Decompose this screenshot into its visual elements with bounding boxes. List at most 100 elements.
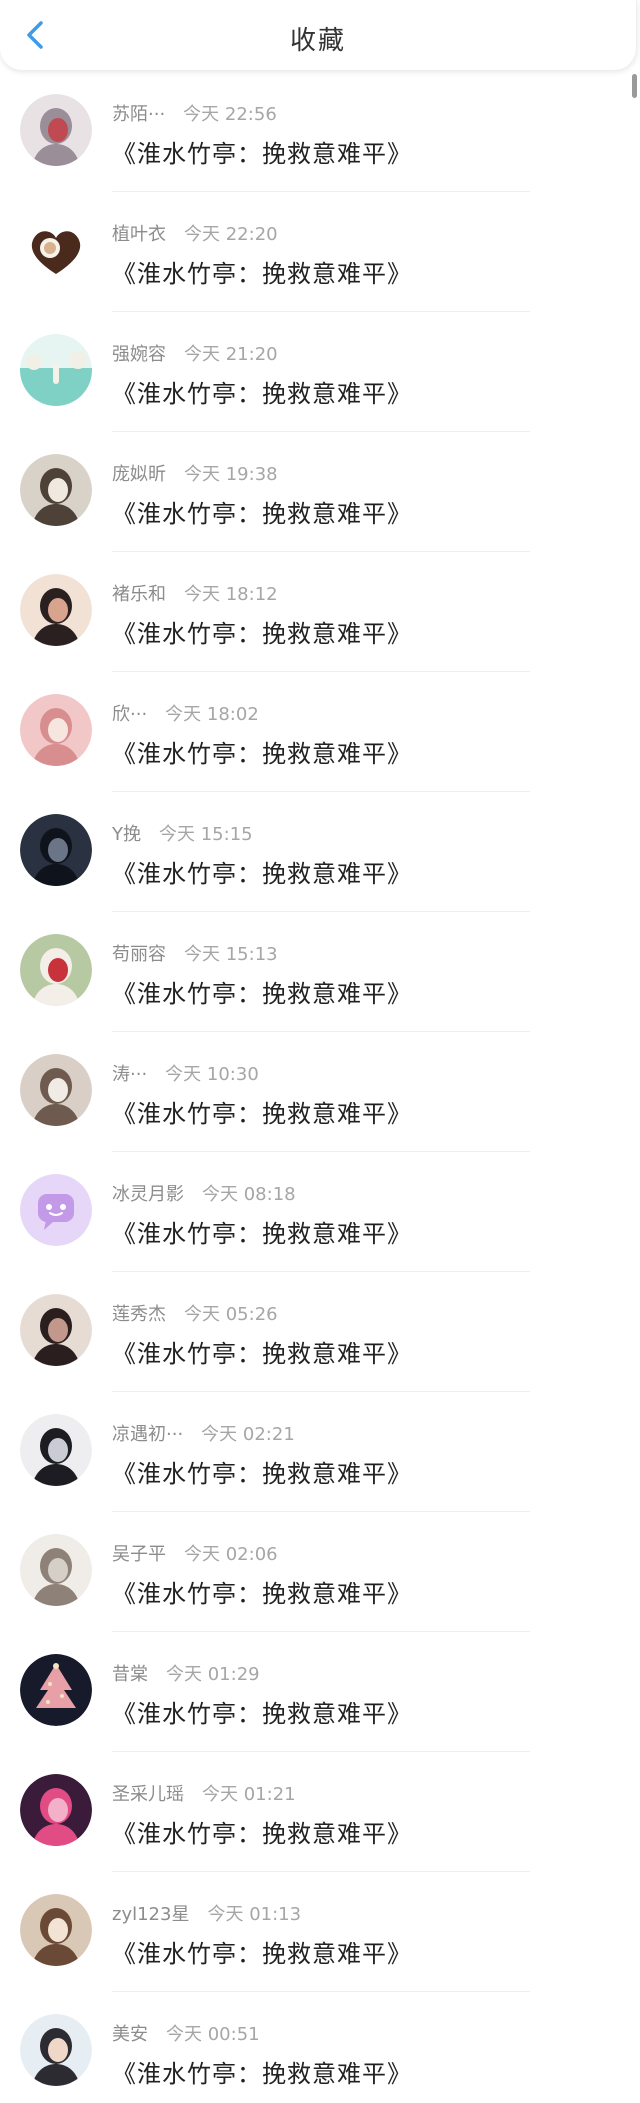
list-item[interactable]: 吴子平 今天 02:06 《淮水竹亭：挽救意难平》 — [0, 1530, 640, 1650]
timestamp: 今天 22:56 — [183, 104, 277, 125]
photo-avatar-image — [20, 934, 92, 1006]
list-item[interactable]: 欣··· 今天 18:02 《淮水竹亭：挽救意难平》 — [0, 690, 640, 810]
item-content[interactable]: 《淮水竹亭：挽救意难平》 — [112, 2054, 412, 2089]
avatar[interactable] — [20, 1894, 92, 1966]
timestamp: 今天 10:30 — [165, 1064, 259, 1085]
list-item[interactable]: 美安 今天 00:51 《淮水竹亭：挽救意难平》 — [0, 2010, 640, 2103]
list-item[interactable]: 圣采儿瑶 今天 01:21 《淮水竹亭：挽救意难平》 — [0, 1770, 640, 1890]
list-item[interactable]: 涛··· 今天 10:30 《淮水竹亭：挽救意难平》 — [0, 1050, 640, 1170]
item-content[interactable]: 《淮水竹亭：挽救意难平》 — [112, 134, 412, 169]
divider — [112, 191, 530, 192]
photo-avatar-image — [20, 814, 92, 886]
avatar[interactable] — [20, 574, 92, 646]
avatar[interactable] — [20, 814, 92, 886]
list-item[interactable]: 植叶衣 今天 22:20 《淮水竹亭：挽救意难平》 — [0, 210, 640, 330]
avatar[interactable] — [20, 1174, 92, 1246]
user-name[interactable]: 冰灵月影 — [112, 1184, 184, 1205]
avatar[interactable] — [20, 1294, 92, 1366]
timestamp: 今天 08:18 — [202, 1184, 296, 1205]
user-name[interactable]: 昔棠 — [112, 1664, 148, 1685]
item-content[interactable]: 《淮水竹亭：挽救意难平》 — [112, 1574, 412, 1609]
item-content[interactable]: 《淮水竹亭：挽救意难平》 — [112, 1694, 412, 1729]
item-content[interactable]: 《淮水竹亭：挽救意难平》 — [112, 374, 412, 409]
avatar[interactable] — [20, 1534, 92, 1606]
item-content[interactable]: 《淮水竹亭：挽救意难平》 — [112, 1934, 412, 1969]
coffee-avatar-image — [20, 214, 92, 286]
list-item[interactable]: 强婉容 今天 21:20 《淮水竹亭：挽救意难平》 — [0, 330, 640, 450]
avatar[interactable] — [20, 214, 92, 286]
avatar[interactable] — [20, 454, 92, 526]
user-name[interactable]: 苟丽容 — [112, 944, 166, 965]
divider — [112, 911, 530, 912]
avatar[interactable] — [20, 2014, 92, 2086]
user-name[interactable]: 欣··· — [112, 704, 147, 725]
photo-avatar-image — [20, 454, 92, 526]
favorites-list: 苏陌··· 今天 22:56 《淮水竹亭：挽救意难平》 植叶衣 今天 22:20 《… — [0, 90, 640, 2103]
item-content[interactable]: 《淮水竹亭：挽救意难平》 — [112, 974, 412, 1009]
user-name[interactable]: 植叶衣 — [112, 224, 166, 245]
list-item[interactable]: 苏陌··· 今天 22:56 《淮水竹亭：挽救意难平》 — [0, 90, 640, 210]
user-name[interactable]: 庞姒昕 — [112, 464, 166, 485]
user-name[interactable]: 美安 — [112, 2024, 148, 2045]
avatar[interactable] — [20, 934, 92, 1006]
user-name[interactable]: 莲秀杰 — [112, 1304, 166, 1325]
item-content[interactable]: 《淮水竹亭：挽救意难平》 — [112, 494, 412, 529]
photo-avatar-image — [20, 2014, 92, 2086]
divider — [112, 1751, 530, 1752]
item-content[interactable]: 《淮水竹亭：挽救意难平》 — [112, 1454, 412, 1489]
scrollbar[interactable] — [632, 74, 637, 98]
list-item[interactable]: 褚乐和 今天 18:12 《淮水竹亭：挽救意难平》 — [0, 570, 640, 690]
avatar[interactable] — [20, 694, 92, 766]
list-item[interactable]: 庞姒昕 今天 19:38 《淮水竹亭：挽救意难平》 — [0, 450, 640, 570]
user-name[interactable]: 圣采儿瑶 — [112, 1784, 184, 1805]
user-name[interactable]: 强婉容 — [112, 344, 166, 365]
user-name[interactable]: 凉遇初··· — [112, 1424, 183, 1445]
header-bar: 收藏 — [0, 0, 637, 70]
item-content[interactable]: 《淮水竹亭：挽救意难平》 — [112, 1214, 412, 1249]
item-meta: 昔棠 今天 01:29 — [112, 1660, 260, 1686]
item-content[interactable]: 《淮水竹亭：挽救意难平》 — [112, 854, 412, 889]
list-item[interactable]: 凉遇初··· 今天 02:21 《淮水竹亭：挽救意难平》 — [0, 1410, 640, 1530]
list-item[interactable]: zyl123星 今天 01:13 《淮水竹亭：挽救意难平》 — [0, 1890, 640, 2010]
photo-avatar-image — [20, 574, 92, 646]
tree-avatar-image — [20, 1654, 92, 1726]
item-meta: 苏陌··· 今天 22:56 — [112, 100, 277, 126]
favorites-page: 收藏 苏陌··· 今天 22:56 《淮水竹亭：挽救意难平》 植叶衣 今天 22:2… — [0, 0, 640, 2103]
item-content[interactable]: 《淮水竹亭：挽救意难平》 — [112, 734, 412, 769]
avatar[interactable] — [20, 1654, 92, 1726]
divider — [112, 431, 530, 432]
timestamp: 今天 01:13 — [207, 1904, 302, 1925]
item-content[interactable]: 《淮水竹亭：挽救意难平》 — [112, 254, 412, 289]
divider — [112, 1031, 530, 1032]
avatar[interactable] — [20, 334, 92, 406]
photo-avatar-image — [20, 1054, 92, 1126]
user-name[interactable]: 吴子平 — [112, 1544, 166, 1565]
list-item[interactable]: 苟丽容 今天 15:13 《淮水竹亭：挽救意难平》 — [0, 930, 640, 1050]
item-content[interactable]: 《淮水竹亭：挽救意难平》 — [112, 1814, 412, 1849]
user-name[interactable]: zyl123星 — [112, 1904, 189, 1925]
avatar[interactable] — [20, 1054, 92, 1126]
item-meta: zyl123星 今天 01:13 — [112, 1900, 301, 1926]
item-meta: 冰灵月影 今天 08:18 — [112, 1180, 296, 1206]
list-item[interactable]: 莲秀杰 今天 05:26 《淮水竹亭：挽救意难平》 — [0, 1290, 640, 1410]
user-name[interactable]: 褚乐和 — [112, 584, 166, 605]
timestamp: 今天 02:06 — [184, 1544, 278, 1565]
item-meta: Y挽 今天 15:15 — [112, 820, 253, 846]
item-content[interactable]: 《淮水竹亭：挽救意难平》 — [112, 1094, 412, 1129]
item-meta: 凉遇初··· 今天 02:21 — [112, 1420, 295, 1446]
list-item[interactable]: 冰灵月影 今天 08:18 《淮水竹亭：挽救意难平》 — [0, 1170, 640, 1290]
user-name[interactable]: 涛··· — [112, 1064, 147, 1085]
user-name[interactable]: 苏陌··· — [112, 104, 165, 125]
item-meta: 涛··· 今天 10:30 — [112, 1060, 259, 1086]
divider — [112, 791, 530, 792]
item-content[interactable]: 《淮水竹亭：挽救意难平》 — [112, 614, 412, 649]
avatar[interactable] — [20, 94, 92, 166]
avatar[interactable] — [20, 1774, 92, 1846]
timestamp: 今天 02:21 — [201, 1424, 295, 1445]
avatar[interactable] — [20, 1414, 92, 1486]
item-meta: 圣采儿瑶 今天 01:21 — [112, 1780, 296, 1806]
user-name[interactable]: Y挽 — [112, 824, 141, 845]
list-item[interactable]: Y挽 今天 15:15 《淮水竹亭：挽救意难平》 — [0, 810, 640, 930]
item-content[interactable]: 《淮水竹亭：挽救意难平》 — [112, 1334, 412, 1369]
list-item[interactable]: 昔棠 今天 01:29 《淮水竹亭：挽救意难平》 — [0, 1650, 640, 1770]
